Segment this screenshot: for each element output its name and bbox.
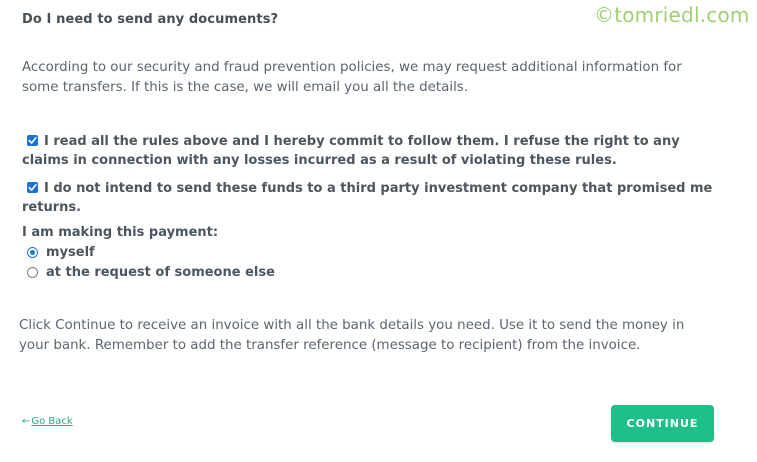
go-back-label[interactable]: Go Back (31, 416, 72, 427)
section-heading: Do I need to send any documents? (22, 12, 279, 27)
third-party-consent-label: I do not intend to send these funds to a… (22, 181, 713, 215)
checkmark-icon (28, 184, 37, 191)
checkmark-icon (28, 137, 37, 144)
payment-option-myself[interactable]: myself (27, 245, 95, 260)
back-arrow-icon: ← (22, 416, 31, 427)
third-party-consent-checkbox[interactable] (27, 182, 38, 193)
third-party-consent-row[interactable]: I do not intend to send these funds to a… (22, 179, 722, 217)
radio-myself[interactable] (27, 247, 38, 258)
go-back-link[interactable]: ← Go Back (22, 416, 73, 427)
radio-myself-label: myself (46, 245, 95, 260)
intro-paragraph: According to our security and fraud prev… (22, 60, 682, 95)
outro-paragraph: Click Continue to receive an invoice wit… (19, 318, 685, 353)
payment-option-someone-else[interactable]: at the request of someone else (27, 265, 275, 280)
radio-someone-else-label: at the request of someone else (46, 265, 275, 280)
watermark: ©tomriedl.com (594, 3, 750, 27)
rules-consent-checkbox[interactable] (27, 135, 38, 146)
rules-consent-row[interactable]: I read all the rules above and I hereby … (22, 132, 722, 170)
continue-button[interactable]: CONTINUE (611, 405, 714, 442)
rules-consent-label: I read all the rules above and I hereby … (22, 134, 680, 168)
payment-question-label: I am making this payment: (22, 225, 219, 240)
radio-someone-else[interactable] (27, 267, 38, 278)
